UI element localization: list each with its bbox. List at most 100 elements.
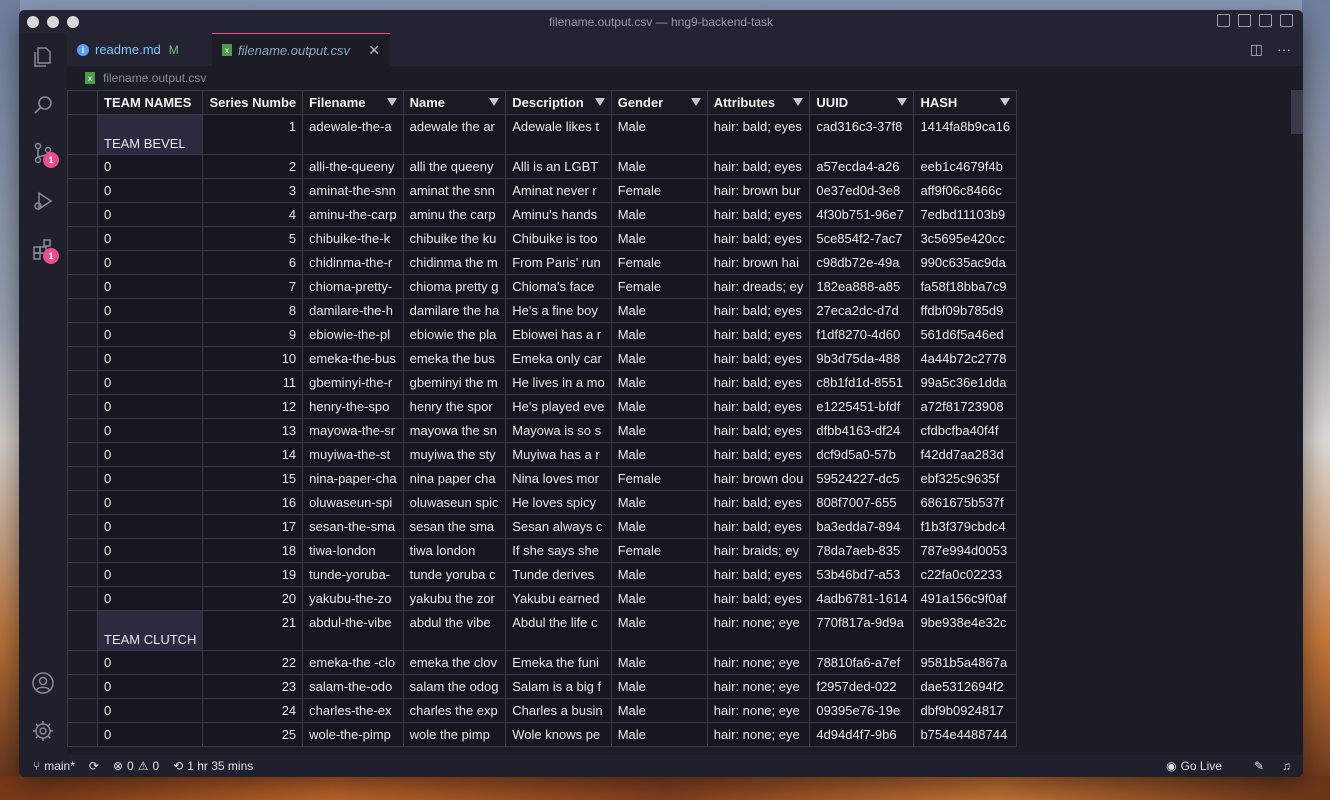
table-cell[interactable]: 53b46bd7-a53: [809, 562, 915, 587]
table-cell[interactable]: hair: bald; eyes: [706, 202, 811, 227]
table-cell[interactable]: abdul-the-vibe: [302, 610, 404, 651]
table-cell[interactable]: Male: [610, 610, 708, 651]
table-cell[interactable]: hair: bald; eyes: [706, 154, 811, 179]
table-cell[interactable]: emeka the clov: [402, 650, 507, 675]
table-cell[interactable]: tunde yoruba c: [402, 562, 507, 587]
table-cell[interactable]: hair: bald; eyes: [706, 418, 811, 443]
table-cell[interactable]: sesan the sma: [402, 514, 507, 539]
table-cell[interactable]: hair: brown dou: [706, 466, 811, 491]
row-header[interactable]: [67, 466, 98, 491]
table-cell[interactable]: adewale-the-a: [302, 114, 404, 155]
table-cell[interactable]: 0: [96, 442, 204, 467]
table-cell[interactable]: a72f81723908: [913, 394, 1018, 419]
table-cell[interactable]: 15: [202, 466, 304, 491]
table-cell[interactable]: hair: none; eye: [706, 674, 811, 699]
table-cell[interactable]: hair: bald; eyes: [706, 370, 811, 395]
table-cell[interactable]: hair: bald; eyes: [706, 226, 811, 251]
table-cell[interactable]: chibuike the ku: [402, 226, 507, 251]
table-cell[interactable]: TEAM CLUTCH: [96, 610, 204, 651]
table-cell[interactable]: chioma-pretty-: [302, 274, 404, 299]
table-cell[interactable]: Male: [610, 114, 708, 155]
table-cell[interactable]: 4a44b72c2778: [913, 346, 1018, 371]
table-cell[interactable]: 2: [202, 154, 304, 179]
table-cell[interactable]: aff9f06c8466c: [913, 178, 1018, 203]
table-cell[interactable]: 0: [96, 394, 204, 419]
table-cell[interactable]: wole-the-pimp: [302, 722, 404, 747]
row-header[interactable]: [67, 562, 98, 587]
table-cell[interactable]: e1225451-bfdf: [809, 394, 915, 419]
table-cell[interactable]: Sesan always c: [505, 514, 612, 539]
table-cell[interactable]: Emeka the funi: [505, 650, 612, 675]
table-cell[interactable]: f2957ded-022: [809, 674, 915, 699]
table-cell[interactable]: 0: [96, 418, 204, 443]
more-actions-icon[interactable]: ···: [1277, 41, 1291, 58]
table-cell[interactable]: hair: bald; eyes: [706, 514, 811, 539]
table-cell[interactable]: emeka-the-bus: [302, 346, 404, 371]
table-cell[interactable]: 1: [202, 114, 304, 155]
accounts-icon[interactable]: [19, 659, 67, 707]
table-cell[interactable]: He loves spicy: [505, 490, 612, 515]
table-cell[interactable]: mayowa the sn: [402, 418, 507, 443]
table-cell[interactable]: ebiowie the pla: [402, 322, 507, 347]
table-cell[interactable]: Male: [610, 490, 708, 515]
row-header[interactable]: [67, 698, 98, 723]
table-cell[interactable]: 27eca2dc-d7d: [809, 298, 915, 323]
table-cell[interactable]: f42dd7aa283d: [913, 442, 1018, 467]
table-cell[interactable]: 9581b5a4867a: [913, 650, 1018, 675]
row-header[interactable]: [67, 394, 98, 419]
filter-icon[interactable]: [690, 98, 701, 106]
table-cell[interactable]: Male: [610, 586, 708, 611]
table-cell[interactable]: Male: [610, 346, 708, 371]
table-cell[interactable]: hair: bald; eyes: [706, 394, 811, 419]
table-cell[interactable]: tiwa-london: [302, 538, 404, 563]
table-cell[interactable]: c22fa0c02233: [913, 562, 1018, 587]
toggle-secondary-sidebar-icon[interactable]: [1259, 14, 1272, 27]
table-cell[interactable]: Aminat never r: [505, 178, 612, 203]
row-header[interactable]: [67, 114, 98, 155]
table-cell[interactable]: 491a156c9f0af: [913, 586, 1018, 611]
table-cell[interactable]: hair: bald; eyes: [706, 490, 811, 515]
filter-icon[interactable]: [897, 98, 908, 106]
table-cell[interactable]: 9b3d75da-488: [809, 346, 915, 371]
table-cell[interactable]: 0: [96, 722, 204, 747]
table-cell[interactable]: Male: [610, 202, 708, 227]
time-tracker-status[interactable]: ⟲ 1 hr 35 mins: [173, 759, 253, 773]
table-cell[interactable]: dfbb4163-df24: [809, 418, 915, 443]
table-cell[interactable]: Female: [610, 538, 708, 563]
filter-icon[interactable]: [793, 98, 804, 106]
table-cell[interactable]: alli-the-queeny: [302, 154, 404, 179]
row-header[interactable]: [67, 154, 98, 179]
column-header[interactable]: Filename: [302, 90, 404, 115]
tab-csv[interactable]: x filename.output.csv ✕: [212, 33, 390, 66]
table-cell[interactable]: 59524227-dc5: [809, 466, 915, 491]
source-control-icon[interactable]: 1: [19, 129, 67, 177]
row-header[interactable]: [67, 442, 98, 467]
table-cell[interactable]: 0: [96, 226, 204, 251]
table-cell[interactable]: eeb1c4679f4b: [913, 154, 1018, 179]
table-cell[interactable]: 0: [96, 562, 204, 587]
table-cell[interactable]: From Paris' run: [505, 250, 612, 275]
table-cell[interactable]: tiwa london: [402, 538, 507, 563]
table-cell[interactable]: aminat the snn: [402, 178, 507, 203]
run-debug-icon[interactable]: [19, 177, 67, 225]
extensions-icon[interactable]: 1: [19, 225, 67, 273]
table-cell[interactable]: Wole knows pe: [505, 722, 612, 747]
row-header[interactable]: [67, 490, 98, 515]
row-header[interactable]: [67, 650, 98, 675]
table-cell[interactable]: Female: [610, 250, 708, 275]
table-cell[interactable]: Male: [610, 418, 708, 443]
table-cell[interactable]: 787e994d0053: [913, 538, 1018, 563]
table-cell[interactable]: muyiwa-the-st: [302, 442, 404, 467]
table-cell[interactable]: wole the pimp: [402, 722, 507, 747]
table-cell[interactable]: 6: [202, 250, 304, 275]
table-cell[interactable]: ba3edda7-894: [809, 514, 915, 539]
row-header[interactable]: [67, 538, 98, 563]
table-cell[interactable]: 0: [96, 346, 204, 371]
table-cell[interactable]: Male: [610, 722, 708, 747]
table-cell[interactable]: hair: dreads; ey: [706, 274, 811, 299]
notifications-bell-icon[interactable]: ♫: [1282, 759, 1291, 773]
table-cell[interactable]: 78810fa6-a7ef: [809, 650, 915, 675]
table-cell[interactable]: Female: [610, 274, 708, 299]
table-cell[interactable]: Adewale likes t: [505, 114, 612, 155]
table-cell[interactable]: 12: [202, 394, 304, 419]
